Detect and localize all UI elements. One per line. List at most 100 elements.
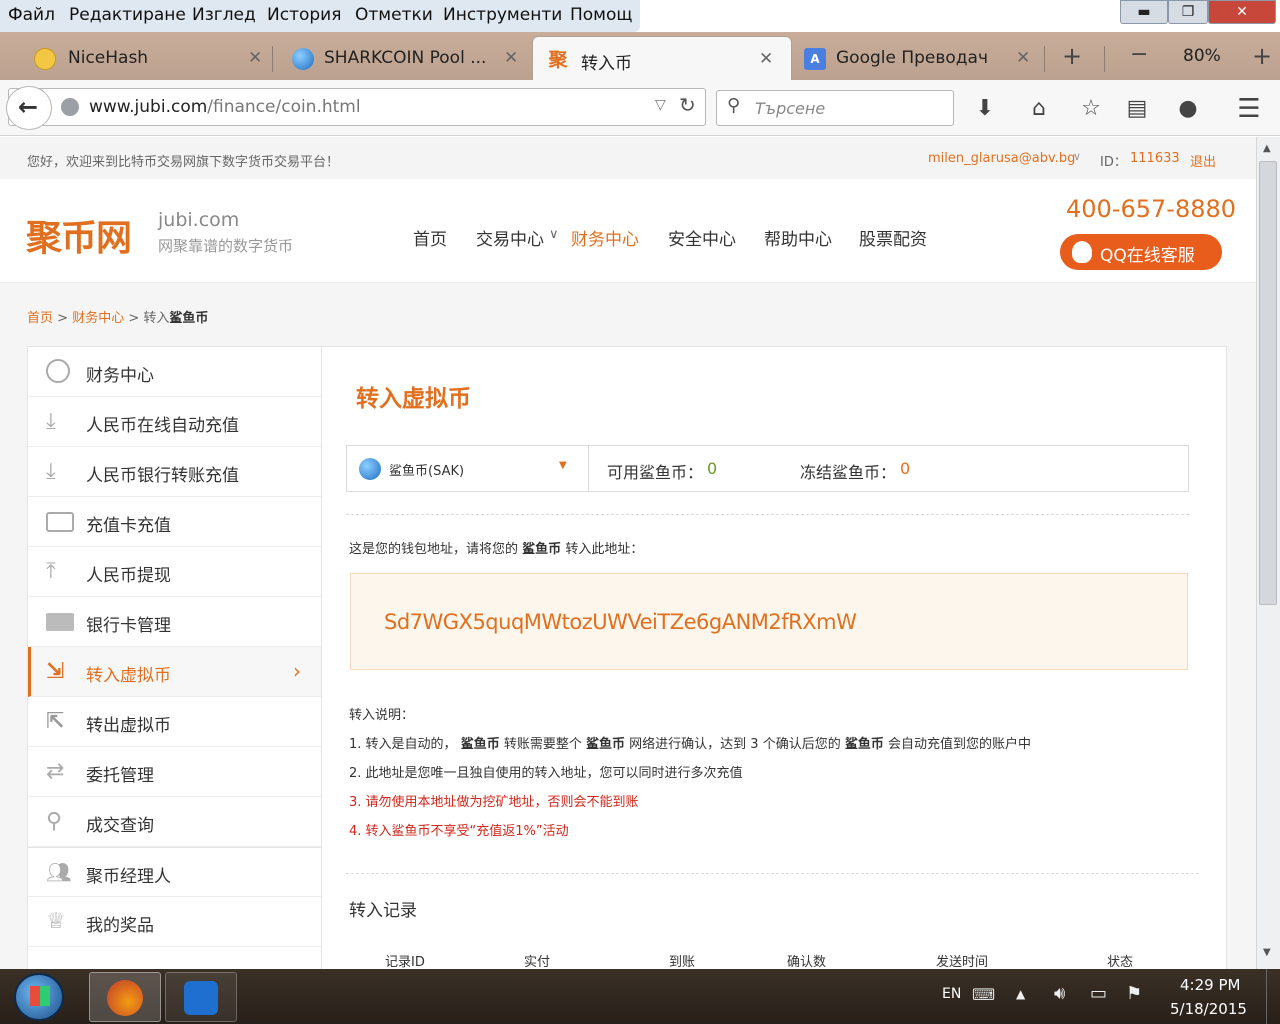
sidebar-item-jubi-manager[interactable]: 👥︎ 聚币经理人 [28, 847, 321, 897]
maximize-button[interactable]: ❐ [1168, 0, 1208, 24]
action-center-flag-icon[interactable]: ⚑ [1126, 983, 1142, 1004]
window-controls: ▬ ❐ ✕ [1112, 0, 1278, 26]
sidebar-item-label: 人民币在线自动充值 [86, 416, 239, 436]
upload-tray-icon: ⤒ [46, 559, 56, 584]
tab-google-translate[interactable]: A Google Преводач ✕ [794, 36, 1044, 80]
sidebar-item-transfer-out-coin[interactable]: ⇱ 转出虚拟币 [28, 697, 321, 747]
sidebar-item-rmb-withdraw[interactable]: ⤒ 人民币提现 [28, 547, 321, 597]
column-paid: 实付 [524, 955, 551, 969]
breadcrumb-finance[interactable]: 财务中心 [72, 311, 124, 326]
sidebar-item-trade-query[interactable]: ⚲ 成交查询 [28, 797, 321, 847]
wallet-intro: 这是您的钱包地址，请将您的 鲨鱼币 转入此地址： [349, 538, 643, 557]
show-desktop-button[interactable] [1266, 969, 1280, 1024]
menu-edit[interactable]: Редактиране [69, 5, 186, 25]
zoom-level[interactable]: 80% [1183, 46, 1221, 66]
close-tab-icon[interactable]: ✕ [248, 48, 262, 68]
show-hidden-icons[interactable]: ▲ [1016, 987, 1025, 1001]
sidebar-item-order-management[interactable]: ⇄ 委托管理 [28, 747, 321, 797]
wallet-address[interactable]: Sd7WGX5quqMWtozUWVeiTZe6gANM2fRXmW [384, 610, 857, 634]
frozen-value: 0 [900, 459, 911, 478]
close-tab-icon[interactable]: ✕ [1016, 48, 1030, 68]
scroll-up-icon[interactable]: ▲ [1263, 143, 1271, 154]
note-3: 3. 请勿使用本地址做为挖矿地址，否则会不能到账 [349, 795, 639, 810]
note-text: 1. 转入是自动的， [349, 737, 457, 752]
back-button[interactable]: ← [6, 86, 52, 130]
new-tab-button[interactable]: + [1062, 42, 1082, 70]
transfer-out-icon: ⇱ [46, 709, 65, 734]
nav-finance-center[interactable]: 财务中心 [571, 225, 639, 250]
reading-list-icon[interactable]: ▤ [1124, 96, 1150, 122]
start-button[interactable] [14, 973, 64, 1021]
minimize-button[interactable]: ▬ [1120, 0, 1168, 24]
nav-security-center[interactable]: 安全中心 [668, 225, 736, 250]
menu-history[interactable]: История [267, 5, 341, 25]
chevron-down-icon[interactable]: ∨ [1073, 150, 1081, 163]
nav-home[interactable]: 首页 [413, 225, 447, 250]
menu-file[interactable]: Файл [8, 5, 55, 25]
keyboard-icon[interactable]: ⌨ [972, 985, 995, 1004]
page-scrollbar[interactable]: ▲ ▼ [1256, 137, 1280, 969]
note-1: 1. 转入是自动的， 鲨鱼币 转账需要整个 鲨鱼币 网络进行确认，达到 3 个确… [349, 730, 1031, 759]
user-email[interactable]: milen_glarusa@abv.bg [928, 151, 1075, 166]
scroll-down-icon[interactable]: ▼ [1263, 947, 1271, 958]
bookmark-star-icon[interactable]: ☆ [1078, 96, 1104, 122]
taskbar-firefox[interactable] [89, 972, 161, 1022]
menu-help[interactable]: Помощ [570, 5, 632, 25]
menu-view[interactable]: Изглед [192, 5, 256, 25]
sidebar-item-my-prizes[interactable]: ♕ 我的奖品 [28, 897, 321, 947]
logout-link[interactable]: 退出 [1190, 151, 1216, 170]
scrollbar-thumb[interactable] [1259, 161, 1277, 605]
magnifier-icon: ⚲ [46, 809, 63, 834]
menu-tools[interactable]: Инструменти [443, 5, 562, 25]
column-confirmations: 确认数 [787, 955, 827, 969]
downloads-icon[interactable]: ⬇ [972, 96, 998, 122]
url-bar[interactable]: www.jubi.com/finance/coin.html ▽ ↻ [8, 88, 706, 126]
tab-sharkcoin[interactable]: SHARKCOIN Pool ... ✕ [276, 36, 530, 80]
breadcrumb-home[interactable]: 首页 [27, 311, 53, 326]
sidebar-item-card-recharge[interactable]: 充值卡充值 [28, 497, 321, 547]
home-icon[interactable]: ⌂ [1026, 96, 1052, 122]
close-window-button[interactable]: ✕ [1208, 0, 1276, 24]
close-tab-icon[interactable]: ✕ [759, 49, 773, 69]
url-dropdown-icon[interactable]: ▽ [655, 97, 666, 113]
chat-icon[interactable]: ● [1175, 96, 1201, 122]
clock-time[interactable]: 4:29 PM [1180, 976, 1240, 994]
note-4: 4. 转入鲨鱼币不享受“充值返1%”活动 [349, 824, 569, 839]
divider [346, 514, 1189, 515]
tab-nicehash[interactable]: NiceHash ✕ [0, 36, 270, 80]
menu-bookmarks[interactable]: Отметки [355, 5, 433, 25]
sidebar-item-label: 委托管理 [86, 766, 154, 786]
qq-service-button[interactable]: QQ在线客服 [1060, 234, 1222, 270]
nav-stock-margin[interactable]: 股票配资 [859, 225, 927, 250]
people-icon: 👥︎ [46, 860, 72, 884]
sidebar-item-rmb-online-deposit[interactable]: ⤓ 人民币在线自动充值 [28, 397, 321, 447]
tab-jubi[interactable]: 聚 转入币 ✕ [532, 36, 792, 80]
language-indicator[interactable]: EN [942, 986, 961, 1002]
hamburger-menu-icon[interactable]: ☰ [1236, 96, 1262, 122]
notes-title: 转入说明： [349, 708, 415, 723]
sidebar-item-rmb-bank-deposit[interactable]: ⤓ 人民币银行转账充值 [28, 447, 321, 497]
close-tab-icon[interactable]: ✕ [504, 48, 518, 68]
site-logo[interactable]: 聚币网 [26, 209, 132, 261]
network-icon[interactable]: ▭ [1090, 983, 1107, 1004]
nav-help-center[interactable]: 帮助中心 [764, 225, 832, 250]
clock-date[interactable]: 5/18/2015 [1170, 1000, 1247, 1018]
zoom-in-button[interactable]: + [1252, 42, 1272, 70]
tab-divider [1104, 46, 1105, 72]
firefox-icon [107, 980, 143, 1016]
taskbar-teamviewer[interactable] [165, 972, 237, 1022]
nav-trade-center[interactable]: 交易中心 [476, 225, 544, 250]
coin-select[interactable]: 鲨鱼币(SAK) ▼ [347, 446, 589, 491]
sidebar-item-transfer-in-coin[interactable]: ⇲ 转入虚拟币 › [28, 647, 321, 697]
note-text: 转账需要整个 [503, 737, 582, 752]
url-host: www.jubi.com [89, 97, 208, 117]
search-input[interactable]: ⚲ Търсене [716, 90, 954, 126]
reload-icon[interactable]: ↻ [679, 93, 696, 117]
sidebar-item-finance-center[interactable]: 财务中心 [28, 347, 321, 397]
welcome-text: 您好，欢迎来到比特币交易网旗下数字货币交易平台！ [27, 155, 340, 170]
zoom-out-button[interactable]: − [1130, 42, 1148, 67]
sidebar-item-bank-card-management[interactable]: 银行卡管理 [28, 597, 321, 647]
available-value: 0 [707, 459, 718, 478]
chevron-down-icon[interactable]: ∨ [549, 227, 559, 242]
volume-icon[interactable]: 🔊︎ [1054, 983, 1065, 1004]
